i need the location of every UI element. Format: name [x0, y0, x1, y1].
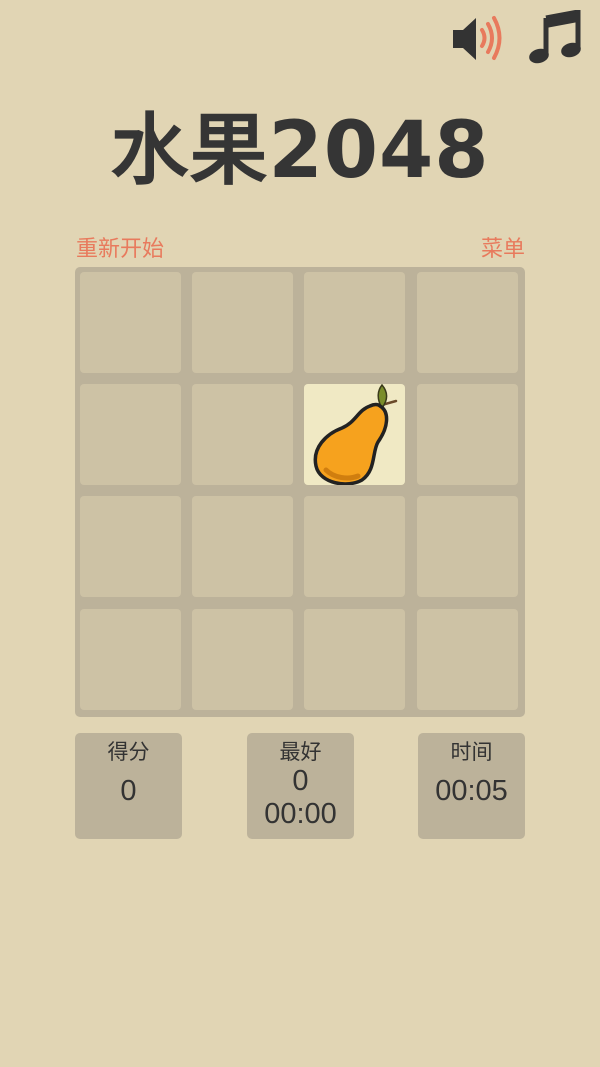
score-panel: 得分 0: [75, 733, 182, 839]
board-cell: [192, 272, 294, 373]
pear-icon: [313, 384, 398, 486]
board-cell: [416, 384, 518, 486]
board-cell: [304, 496, 406, 598]
board-cell: [416, 272, 518, 373]
restart-button[interactable]: 重新开始: [76, 236, 164, 264]
score-value: 0: [120, 775, 137, 807]
best-label: 最好: [279, 740, 322, 764]
score-label: 得分: [107, 740, 150, 764]
board-cell: [80, 384, 181, 486]
best-time-value: 00:00: [264, 798, 337, 830]
board-cell: [80, 608, 181, 710]
game-title: 水果2048: [110, 106, 490, 196]
fruit-tile: [304, 384, 406, 486]
board-cell: [80, 496, 181, 598]
time-label: 时间: [450, 740, 493, 764]
music-toggle-button[interactable]: [526, 8, 586, 66]
board-cell: [192, 384, 294, 486]
music-note-icon: [529, 8, 581, 64]
game-board[interactable]: [75, 267, 525, 717]
board-cell: [416, 496, 518, 598]
board-cell: [192, 496, 294, 598]
board-cell: [304, 608, 406, 710]
time-value: 00:05: [435, 775, 508, 807]
best-panel: 最好 0 00:00: [247, 733, 354, 839]
board-cell: [304, 272, 406, 373]
menu-button[interactable]: 菜单: [481, 236, 525, 264]
best-score-value: 0: [292, 765, 309, 797]
time-panel: 时间 00:05: [418, 733, 525, 839]
board-cell: [416, 608, 518, 710]
board-cell: [80, 272, 181, 373]
board-cell: [192, 608, 294, 710]
speaker-on-icon: [453, 16, 502, 60]
sound-toggle-button[interactable]: [448, 10, 508, 66]
